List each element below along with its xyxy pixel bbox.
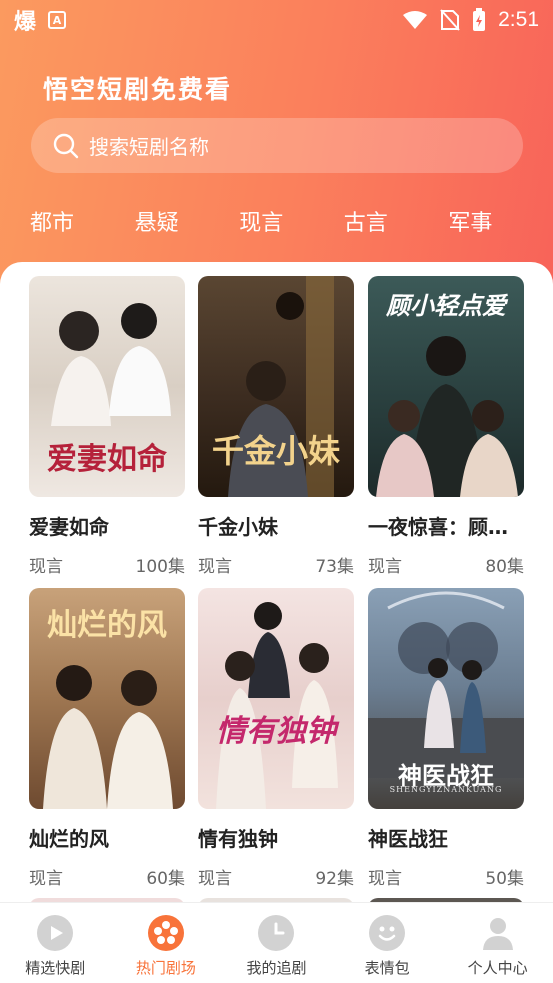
drama-name: 爱妻如命 [29, 515, 109, 539]
tab-my-follows[interactable]: 我的追剧 [221, 903, 332, 983]
drama-poster: 千金小妹 [198, 276, 354, 497]
drama-card[interactable]: 顾小轻点爱 一夜惊喜：顾… 现言 80集 [368, 276, 524, 577]
app-notification-icon: 爆 [14, 10, 37, 35]
clock-icon [258, 915, 295, 951]
app-title: 悟空短剧免费看 [43, 75, 233, 104]
search-icon [53, 133, 79, 158]
no-sim-icon [440, 9, 460, 31]
category-tab[interactable]: 现言 [239, 205, 344, 251]
drama-name: 一夜惊喜：顾… [368, 515, 508, 539]
drama-name: 灿烂的风 [29, 827, 109, 851]
drama-card[interactable]: 情有独钟 情有独钟 现言 92集 [198, 588, 354, 889]
tab-stickers[interactable]: 表情包 [332, 903, 443, 983]
drama-name: 情有独钟 [198, 827, 278, 851]
smiley-icon [369, 915, 406, 951]
drama-genre: 现言 [198, 869, 232, 889]
status-time: 2:51 [498, 8, 539, 31]
poster-title: 顾小轻点爱 [386, 291, 506, 320]
poster-art [216, 602, 338, 809]
drama-grid: 爱妻如命 爱妻如命 现言 100集 千金小妹 千金小妹 现言 73集 顾小轻点爱… [0, 262, 553, 922]
tab-label: 热门剧场 [135, 959, 196, 977]
tab-label: 表情包 [364, 959, 410, 977]
category-tab[interactable]: 悬疑 [135, 205, 240, 251]
tab-featured[interactable]: 精选快剧 [0, 903, 111, 983]
drama-genre: 现言 [368, 869, 402, 889]
drama-name: 神医战狂 [368, 827, 448, 851]
drama-genre: 现言 [368, 557, 402, 577]
drama-genre: 现言 [198, 557, 232, 577]
tab-label: 我的追剧 [246, 959, 307, 977]
drama-card[interactable]: 灿烂的风 灿烂的风 现言 60集 [29, 588, 185, 889]
wifi-icon [403, 11, 428, 29]
person-icon [480, 915, 516, 951]
poster-title: 爱妻如命 [47, 442, 167, 477]
drama-name: 千金小妹 [198, 515, 278, 539]
tab-label: 个人中心 [467, 959, 528, 977]
poster-title: 情有独钟 [216, 714, 336, 749]
drama-episodes: 60集 [146, 869, 185, 889]
status-bar: 爆 A 2:51 [0, 0, 553, 40]
drama-poster: 灿烂的风 [29, 588, 185, 809]
battery-icon [473, 8, 486, 31]
category-tab[interactable]: 古言 [344, 205, 449, 251]
drama-genre: 现言 [29, 869, 63, 889]
poster-title: 千金小妹 [211, 432, 340, 470]
poster-subtitle: SHENGYIZNANKUANG [389, 785, 503, 794]
drama-episodes: 50集 [485, 869, 524, 889]
drama-card[interactable]: 爱妻如命 爱妻如命 现言 100集 [29, 276, 185, 577]
tab-hot-theater[interactable]: 热门剧场 [111, 903, 222, 983]
drama-poster: 顾小轻点爱 [368, 276, 524, 497]
drama-episodes: 80集 [485, 557, 524, 577]
search-bar[interactable]: 搜索短剧名称 [31, 118, 523, 173]
category-tab[interactable]: 都市 [30, 205, 135, 251]
poster-title: 灿烂的风 [47, 608, 167, 643]
drama-poster: 情有独钟 [198, 588, 354, 809]
drama-episodes: 92集 [315, 869, 354, 889]
bottom-tab-bar: 精选快剧 热门剧场 我的追剧 表情包 个人中心 [0, 902, 553, 983]
drama-poster: 爱妻如命 [29, 276, 185, 497]
category-tab[interactable]: 军事 [448, 205, 553, 251]
tab-profile[interactable]: 个人中心 [442, 903, 553, 983]
a-badge-icon: A [48, 11, 67, 29]
drama-genre: 现言 [29, 557, 63, 577]
drama-poster: 神医战狂 SHENGYIZNANKUANG [368, 588, 524, 809]
drama-card[interactable]: 神医战狂 SHENGYIZNANKUANG 神医战狂 现言 50集 [368, 588, 524, 889]
tab-label: 精选快剧 [25, 959, 86, 977]
category-tabs: 都市 悬疑 现言 古言 军事 [0, 205, 553, 251]
drama-card[interactable]: 千金小妹 千金小妹 现言 73集 [198, 276, 354, 577]
play-icon [37, 915, 74, 951]
search-placeholder: 搜索短剧名称 [89, 135, 209, 159]
drama-episodes: 73集 [315, 557, 354, 577]
film-reel-icon [147, 915, 184, 951]
drama-episodes: 100集 [135, 557, 185, 577]
